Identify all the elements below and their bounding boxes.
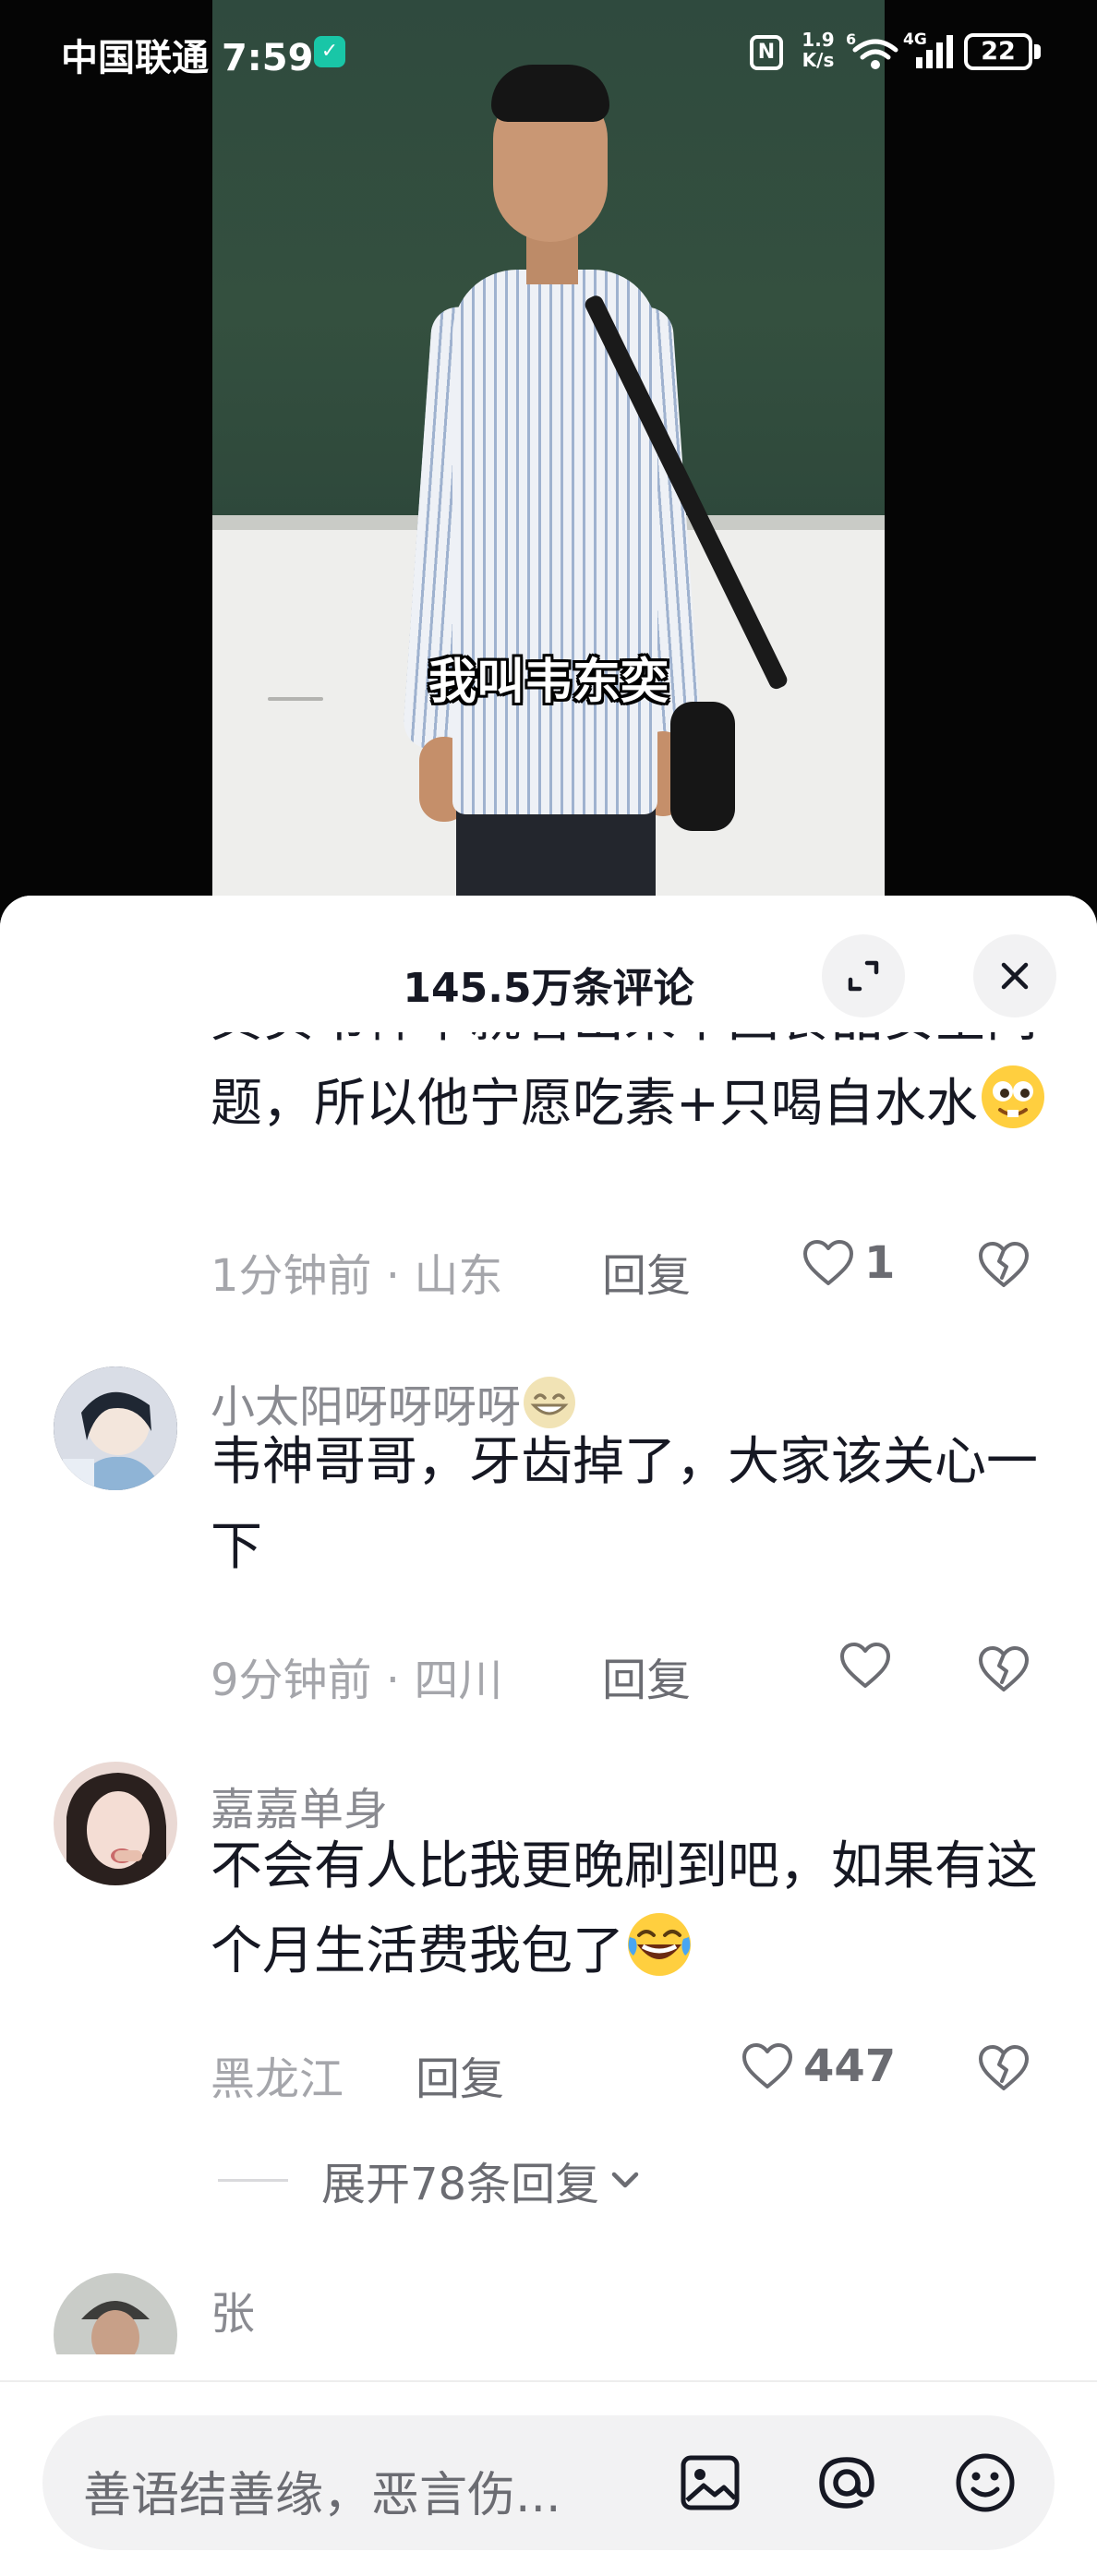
broken-heart-icon	[979, 1242, 1029, 1287]
chevron-down-icon	[611, 2172, 639, 2188]
rolling-laughing-emoji	[628, 1913, 691, 1976]
person-figure	[388, 65, 790, 923]
comment-username[interactable]: 张	[211, 2277, 255, 2341]
comment-list[interactable]: 其实韦神早就看出来中国食品安全问题，所以他宁愿吃素+只喝自水水 1分钟前 · 山…	[0, 1006, 1097, 2354]
comments-count-title: 145.5万条评论	[403, 965, 694, 1012]
comment-text: 韦神哥哥，牙齿掉了，大家该关心一下	[211, 1432, 1038, 1577]
comment-time-location: 1分钟前 · 山东	[211, 1250, 503, 1302]
speed-value: 1.9	[802, 29, 835, 51]
heart-icon	[840, 1643, 890, 1688]
comment-input-placeholder: 善语结善缘，恶言伤...	[83, 2468, 561, 2523]
dislike-button[interactable]	[977, 1645, 1031, 1697]
image-icon[interactable]	[676, 2449, 744, 2517]
like-count: 1	[864, 1237, 896, 1289]
like-count: 447	[803, 2040, 897, 2092]
avatar[interactable]	[54, 1366, 177, 1490]
video-player[interactable]: 我叫韦东奕	[0, 0, 1097, 923]
at-icon[interactable]	[813, 2449, 881, 2517]
video-caption: 我叫韦东奕	[428, 655, 669, 710]
status-bar: 中国联通 7:59 ✓ N 1.9 K/s 6 4G 22	[0, 0, 1097, 102]
signal-4g-icon: 4G	[903, 30, 957, 76]
expand-replies-button[interactable]: 展开78条回复	[218, 2148, 644, 2212]
reply-button[interactable]: 回复	[602, 1643, 691, 1708]
heart-icon	[803, 1240, 853, 1285]
status-time: 7:59	[221, 37, 314, 79]
comment-time-location: 9分钟前 · 四川	[211, 1655, 503, 1706]
carrier-name: 中国联通	[61, 37, 209, 79]
drooling-face-emoji	[981, 1065, 1044, 1128]
dislike-button[interactable]	[977, 2044, 1031, 2096]
avatar[interactable]	[54, 2273, 177, 2354]
nfc-icon: N	[750, 35, 783, 70]
video-frame	[212, 0, 885, 923]
broken-heart-icon	[979, 2045, 1029, 2090]
comment-input-bar: 善语结善缘，恶言伤...	[0, 2380, 1097, 2576]
expand-icon	[848, 960, 879, 992]
broken-heart-icon	[979, 1646, 1029, 1691]
svg-text:6: 6	[846, 31, 856, 48]
like-button[interactable]: 1	[802, 1237, 895, 1289]
svg-text:4G: 4G	[903, 30, 927, 49]
speed-unit: K/s	[802, 49, 835, 71]
close-button[interactable]	[973, 934, 1056, 1017]
heart-icon	[742, 2043, 792, 2088]
expand-button[interactable]	[822, 934, 905, 1017]
shield-check-icon: ✓	[314, 36, 345, 67]
avatar[interactable]	[54, 1762, 177, 1885]
reply-button[interactable]: 回复	[602, 1239, 691, 1304]
expand-replies-label: 展开78条回复	[321, 2159, 600, 2210]
reply-button[interactable]: 回复	[416, 2042, 504, 2107]
comments-header: 145.5万条评论	[0, 896, 1097, 1032]
close-icon	[1001, 962, 1029, 990]
comment-text: 不会有人比我更晚刷到吧，如果有这个月生活费我包了	[211, 1836, 1038, 1981]
battery-icon: 22	[964, 33, 1032, 70]
comments-sheet: 145.5万条评论 其实韦神早就看出来中国食品安全问题，所以他宁愿吃素+只喝自水…	[0, 896, 1097, 2576]
comment-location: 黑龙江	[211, 2053, 344, 2105]
emoji-icon[interactable]	[951, 2449, 1019, 2517]
like-button[interactable]	[838, 1642, 901, 1690]
status-carrier-time: 中国联通 7:59	[61, 28, 313, 81]
wifi-6-icon: 6	[846, 30, 901, 76]
dislike-button[interactable]	[977, 1241, 1031, 1293]
like-button[interactable]: 447	[741, 2040, 896, 2092]
comment-input[interactable]: 善语结善缘，恶言伤...	[42, 2415, 1055, 2550]
network-speed: 1.9 K/s	[796, 30, 840, 70]
